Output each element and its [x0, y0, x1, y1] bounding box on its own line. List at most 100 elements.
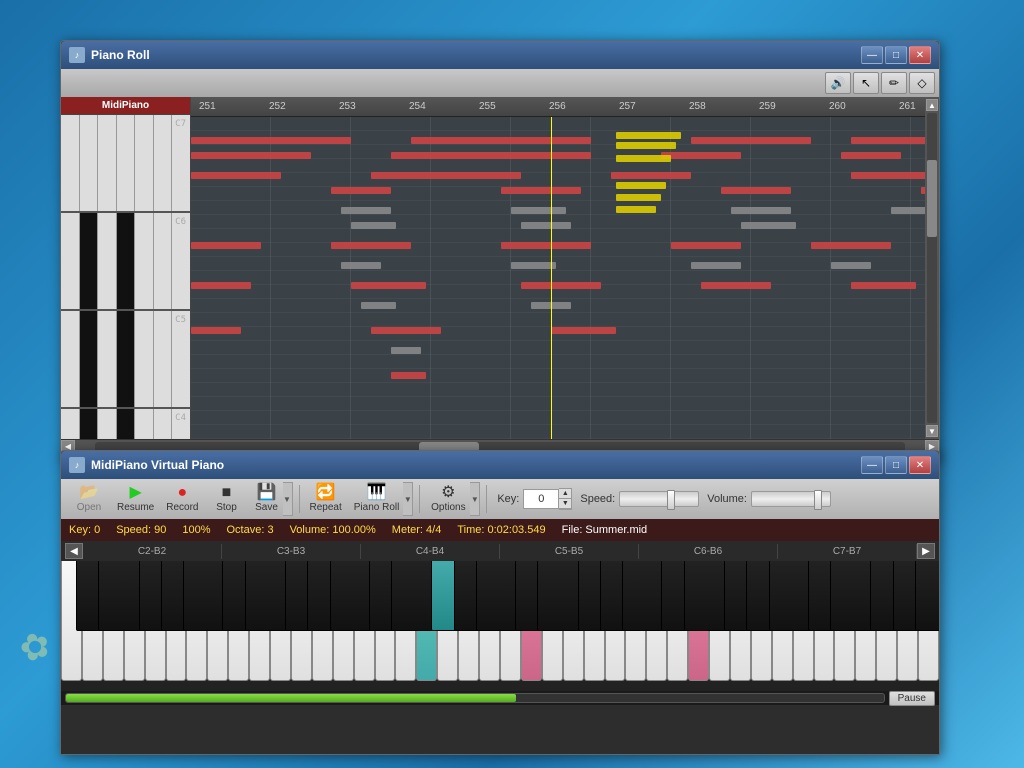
options-btn[interactable]: ⚙ Options: [426, 482, 470, 516]
key-white[interactable]: [98, 115, 117, 211]
key-white[interactable]: [117, 115, 136, 211]
pr-pencil-btn[interactable]: ✏: [881, 72, 907, 94]
volume-slider-thumb[interactable]: [814, 490, 822, 510]
midi-note-yellow[interactable]: [616, 132, 681, 139]
stop-btn[interactable]: ■ Stop: [207, 482, 247, 516]
midi-note[interactable]: [511, 207, 566, 214]
midi-note[interactable]: [921, 187, 925, 194]
key-black[interactable]: [117, 311, 136, 407]
key-white[interactable]: [80, 115, 99, 211]
midi-note[interactable]: [191, 152, 311, 159]
resume-btn[interactable]: ▶ Resume: [113, 482, 158, 516]
save-arrow-btn[interactable]: ▼: [283, 482, 293, 516]
kb-scroll-left-btn[interactable]: ◀: [65, 543, 83, 559]
midi-note[interactable]: [811, 242, 891, 249]
volume-slider[interactable]: [751, 491, 831, 507]
midi-note[interactable]: [831, 262, 871, 269]
record-btn[interactable]: ● Record: [162, 482, 202, 516]
midi-note[interactable]: [851, 172, 925, 179]
key-As7[interactable]: [915, 561, 939, 631]
key-black[interactable]: [80, 311, 99, 407]
key-white[interactable]: [135, 311, 154, 407]
piano-roll-arrow-btn[interactable]: ▼: [403, 482, 413, 516]
key-black[interactable]: [117, 213, 136, 309]
midi-note[interactable]: [191, 242, 261, 249]
midi-note[interactable]: [501, 242, 591, 249]
midi-note[interactable]: [351, 222, 396, 229]
key-white[interactable]: [61, 213, 80, 309]
options-arrow-btn[interactable]: ▼: [470, 482, 480, 516]
key-white[interactable]: [154, 311, 173, 407]
pr-eraser-btn[interactable]: ◇: [909, 72, 935, 94]
key-black[interactable]: [80, 409, 99, 439]
vp-close-btn[interactable]: ✕: [909, 456, 931, 474]
midi-note-yellow[interactable]: [616, 155, 671, 162]
midi-note[interactable]: [371, 172, 521, 179]
midi-note[interactable]: [851, 137, 925, 144]
midi-note[interactable]: [611, 172, 691, 179]
key-white[interactable]: [61, 115, 80, 211]
pr-close-btn[interactable]: ✕: [909, 46, 931, 64]
key-black[interactable]: [117, 409, 136, 439]
save-btn[interactable]: 💾 Save: [251, 482, 283, 516]
vp-minimize-btn[interactable]: —: [861, 456, 883, 474]
key-white[interactable]: [98, 213, 117, 309]
piano-roll-btn[interactable]: 🎹 Piano Roll: [350, 482, 404, 516]
speed-slider[interactable]: [619, 491, 699, 507]
vp-titlebar[interactable]: ♪ MidiPiano Virtual Piano — □ ✕: [61, 451, 939, 479]
vp-maximize-btn[interactable]: □: [885, 456, 907, 474]
midi-note[interactable]: [191, 327, 241, 334]
midi-note[interactable]: [691, 262, 741, 269]
key-down-btn[interactable]: ▼: [559, 499, 571, 509]
key-white[interactable]: [135, 409, 154, 439]
key-up-btn[interactable]: ▲: [559, 489, 571, 499]
midi-note[interactable]: [391, 152, 591, 159]
midi-note[interactable]: [331, 242, 411, 249]
midi-note[interactable]: [701, 282, 771, 289]
midi-note[interactable]: [891, 207, 925, 214]
pr-vertical-scrollbar[interactable]: ▲ ▼: [925, 97, 939, 439]
midi-note[interactable]: [411, 137, 591, 144]
key-white[interactable]: [135, 115, 154, 211]
midi-note[interactable]: [341, 262, 381, 269]
key-white[interactable]: [61, 409, 80, 439]
pause-button[interactable]: Pause: [889, 691, 935, 706]
midi-note[interactable]: [341, 207, 391, 214]
key-white[interactable]: [154, 213, 173, 309]
progress-track[interactable]: [65, 693, 885, 703]
midi-note[interactable]: [391, 347, 421, 354]
midi-note[interactable]: [351, 282, 426, 289]
pr-select-btn[interactable]: ↖: [853, 72, 879, 94]
midi-note-yellow[interactable]: [616, 206, 656, 213]
midi-note[interactable]: [671, 242, 741, 249]
open-btn[interactable]: 📂 Open: [69, 482, 109, 516]
key-white[interactable]: [61, 311, 80, 407]
scroll-up-btn[interactable]: ▲: [926, 99, 938, 111]
midi-note[interactable]: [551, 327, 616, 334]
pr-minimize-btn[interactable]: —: [861, 46, 883, 64]
kb-scroll-right-btn[interactable]: ▶: [917, 543, 935, 559]
midi-note[interactable]: [521, 282, 601, 289]
pr-maximize-btn[interactable]: □: [885, 46, 907, 64]
key-white[interactable]: [98, 409, 117, 439]
repeat-btn[interactable]: 🔁 Repeat: [306, 482, 346, 516]
midi-note[interactable]: [511, 262, 556, 269]
key-white[interactable]: [135, 213, 154, 309]
midi-note[interactable]: [501, 187, 581, 194]
key-white[interactable]: [172, 115, 190, 211]
midi-note[interactable]: [851, 282, 916, 289]
key-white[interactable]: [172, 311, 190, 407]
midi-note[interactable]: [661, 152, 741, 159]
midi-note[interactable]: [191, 172, 281, 179]
midi-note[interactable]: [331, 187, 391, 194]
midi-note-yellow[interactable]: [616, 142, 676, 149]
speed-slider-thumb[interactable]: [667, 490, 675, 510]
key-value[interactable]: 0: [523, 489, 559, 509]
midi-note[interactable]: [741, 222, 796, 229]
midi-note-yellow[interactable]: [616, 182, 666, 189]
midi-note[interactable]: [191, 282, 251, 289]
midi-note[interactable]: [191, 137, 351, 144]
key-white[interactable]: [98, 311, 117, 407]
midi-note[interactable]: [691, 137, 811, 144]
midi-note[interactable]: [721, 187, 791, 194]
